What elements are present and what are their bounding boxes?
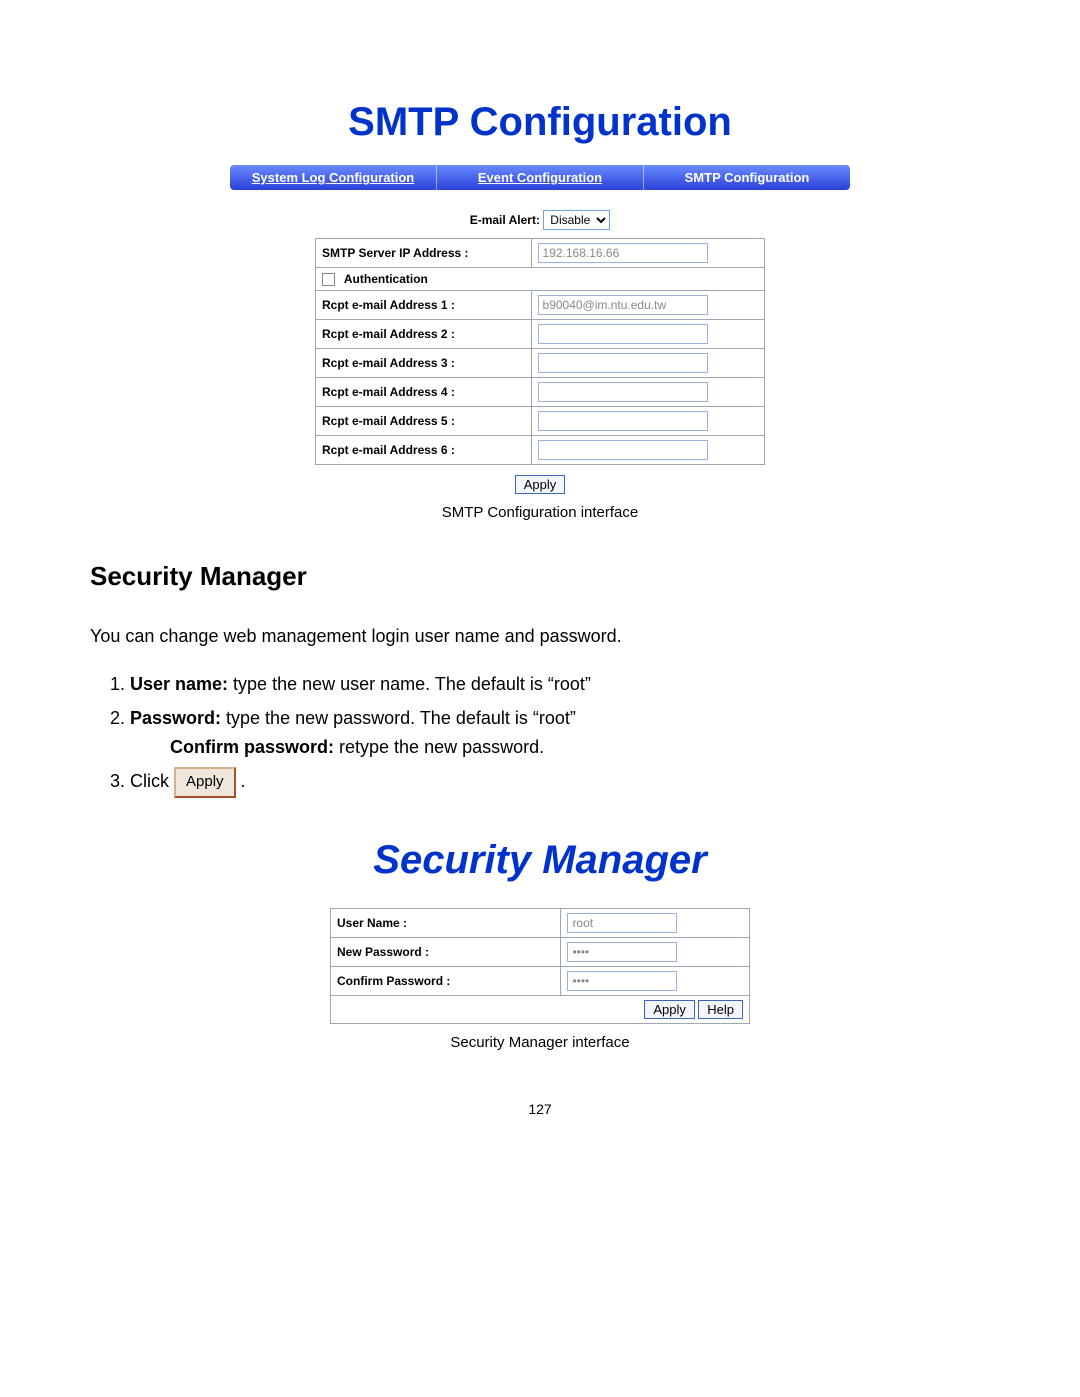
user-name-input[interactable] xyxy=(567,913,677,933)
security-caption: Security Manager interface xyxy=(90,1034,990,1051)
rcpt6-label: Rcpt e-mail Address 6 : xyxy=(316,436,532,465)
rcpt6-input[interactable] xyxy=(538,440,708,460)
rcpt2-label: Rcpt e-mail Address 2 : xyxy=(316,320,532,349)
tab-smtp-config[interactable]: SMTP Configuration xyxy=(644,165,850,190)
new-password-input[interactable] xyxy=(567,942,677,962)
rcpt4-label: Rcpt e-mail Address 4 : xyxy=(316,378,532,407)
page-number: 127 xyxy=(90,1101,990,1117)
rcpt4-input[interactable] xyxy=(538,382,708,402)
rcpt5-input[interactable] xyxy=(538,411,708,431)
step-2: Password: type the new password. The def… xyxy=(130,704,990,763)
security-intro-text: You can change web management login user… xyxy=(90,622,990,652)
tab-event-config[interactable]: Event Configuration xyxy=(437,165,643,190)
smtp-form-table: SMTP Server IP Address : Authentication … xyxy=(315,238,765,465)
rcpt3-input[interactable] xyxy=(538,353,708,373)
smtp-server-ip-input[interactable] xyxy=(538,243,708,263)
inline-apply-button: Apply xyxy=(174,767,236,798)
email-alert-select[interactable]: Disable xyxy=(543,210,610,230)
smtp-heading: SMTP Configuration xyxy=(90,100,990,145)
security-help-button[interactable]: Help xyxy=(698,1000,743,1019)
rcpt5-label: Rcpt e-mail Address 5 : xyxy=(316,407,532,436)
user-name-label: User Name : xyxy=(331,908,561,937)
security-manager-widget-heading: Security Manager xyxy=(90,838,990,883)
rcpt3-label: Rcpt e-mail Address 3 : xyxy=(316,349,532,378)
rcpt2-input[interactable] xyxy=(538,324,708,344)
security-manager-heading: Security Manager xyxy=(90,561,990,592)
security-apply-button[interactable]: Apply xyxy=(644,1000,695,1019)
rcpt1-label: Rcpt e-mail Address 1 : xyxy=(316,291,532,320)
confirm-password-input[interactable] xyxy=(567,971,677,991)
confirm-password-label: Confirm Password : xyxy=(331,966,561,995)
rcpt1-input[interactable] xyxy=(538,295,708,315)
tab-system-log[interactable]: System Log Configuration xyxy=(230,165,436,190)
step-3: Click Apply . xyxy=(130,767,990,798)
authentication-label: Authentication xyxy=(344,272,428,286)
smtp-caption: SMTP Configuration interface xyxy=(90,504,990,521)
new-password-label: New Password : xyxy=(331,937,561,966)
smtp-apply-button[interactable]: Apply xyxy=(515,475,566,494)
email-alert-row: E-mail Alert: Disable xyxy=(315,210,765,230)
email-alert-label: E-mail Alert: xyxy=(470,213,540,227)
authentication-row[interactable]: Authentication xyxy=(316,268,765,291)
smtp-server-ip-label: SMTP Server IP Address : xyxy=(316,239,532,268)
step-1: User name: type the new user name. The d… xyxy=(130,670,990,700)
security-form-table: User Name : New Password : Confirm Passw… xyxy=(330,908,750,1024)
smtp-tabbar: System Log Configuration Event Configura… xyxy=(230,165,850,190)
authentication-checkbox[interactable] xyxy=(322,273,335,286)
